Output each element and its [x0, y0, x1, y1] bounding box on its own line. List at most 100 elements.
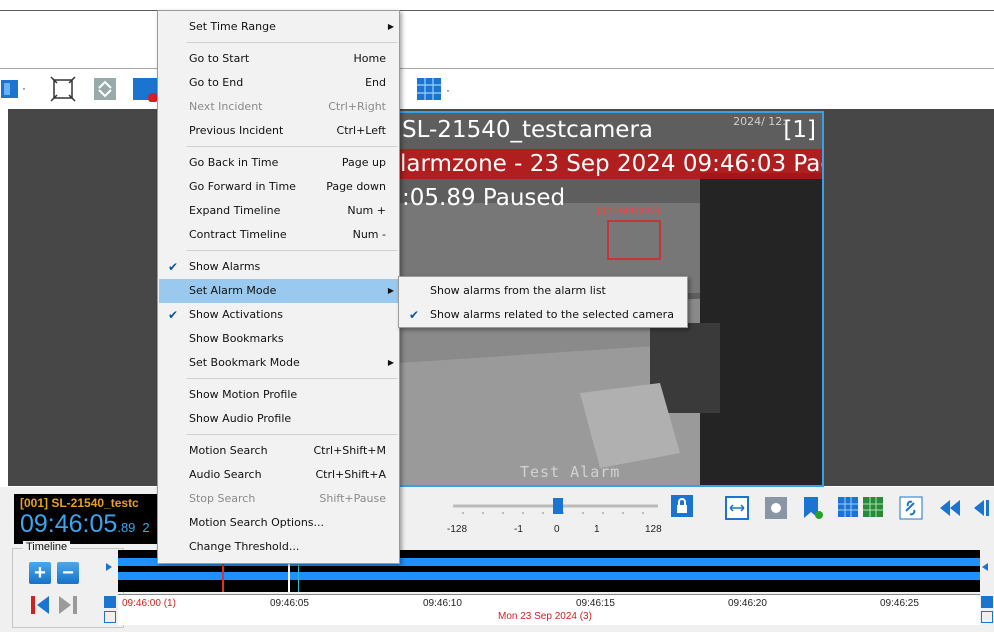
menu-item-show-motion-profile[interactable]: Show Motion Profile: [159, 383, 398, 407]
timeline-scale: 09:46:00 (1) 09:46:05 09:46:10 09:46:15 …: [118, 594, 980, 625]
menu-item-show-activations[interactable]: ✔ Show Activations: [159, 303, 398, 327]
camera-date-overlay: 2024/ 12:: [733, 115, 786, 128]
grid-layout-button[interactable]: ·: [416, 76, 456, 102]
fit-button[interactable]: [50, 76, 76, 102]
submenu-arrow-icon: ▶: [387, 286, 394, 295]
menu-separator: [187, 146, 397, 147]
grid-close-button[interactable]: [132, 76, 158, 102]
grid-icon: [838, 497, 883, 517]
step-back-icon: [974, 500, 989, 516]
speed-tick: -128: [447, 524, 468, 535]
timeline-group-label: Timeline: [23, 541, 71, 553]
menu-item-stop-search: Stop Search Shift+Pause: [189, 492, 386, 505]
lock-button[interactable]: [670, 494, 694, 521]
grid-close-icon: [133, 78, 158, 102]
menu-separator: [187, 378, 397, 379]
menu-item-go-back-in-time[interactable]: Go Back in Time Page up: [159, 151, 398, 175]
speed-tick: 0: [554, 524, 560, 535]
menu-item-show-audio-profile[interactable]: Show Audio Profile: [159, 407, 398, 431]
timeline-right-arrow[interactable]: [982, 563, 988, 571]
time-main: 09:46:05: [20, 510, 118, 538]
menu-item-next-incident: Next Incident Ctrl+Right: [189, 100, 386, 113]
camera-name: [001] SL-21540_testc: [20, 496, 139, 510]
alarm-banner: larmzone - 23 Sep 2024 09:46:03 Pac: [400, 149, 824, 179]
add-bookmark-button[interactable]: [800, 496, 824, 523]
snapshot-button[interactable]: [764, 496, 788, 523]
fit-width-icon: [725, 496, 749, 520]
zoom-in-button[interactable]: +: [29, 562, 51, 584]
camera-title: SL-21540_testcamera: [402, 117, 653, 143]
top-strip: [0, 0, 994, 11]
playback-time-status: :05.89 Paused: [402, 185, 566, 211]
menu-item-motion-search-options[interactable]: Motion Search Options...: [159, 511, 398, 535]
prev-alarm-icon: [31, 596, 49, 614]
menu-item-set-bookmark-mode[interactable]: Set Bookmark Mode ▶: [159, 351, 398, 375]
detection-box-label: [1111491027]: [596, 207, 662, 217]
timeline-date-label: Mon 23 Sep 2024 (3): [498, 611, 592, 622]
link-button[interactable]: [899, 496, 923, 523]
fit-width-button[interactable]: [725, 496, 749, 523]
scale-label: 09:46:05: [270, 598, 309, 609]
scroll-left-button[interactable]: [104, 611, 116, 623]
menu-item-set-time-range[interactable]: Set Time Range ▶: [159, 15, 398, 39]
snapshot-icon: [765, 497, 787, 519]
scale-label: 09:46:25: [880, 598, 919, 609]
scale-label: 09:46:10: [423, 598, 462, 609]
video-watermark: Test Alarm: [520, 463, 621, 481]
menu-item-previous-incident[interactable]: Previous Incident Ctrl+Left: [159, 119, 398, 143]
camera-time-display: [001] SL-21540_testc 09:46:05.89 2: [14, 494, 164, 544]
speed-tick: 128: [645, 524, 662, 535]
speed-tick: 1: [594, 524, 600, 535]
menu-item-go-to-start[interactable]: Go to Start Home: [159, 47, 398, 71]
current-time: 09:46:05.89 2: [20, 510, 150, 539]
bookmark-add-icon: [804, 497, 823, 519]
swap-icon: [94, 78, 116, 100]
swap-button[interactable]: [92, 76, 118, 102]
timeline-left-arrow[interactable]: [106, 563, 112, 571]
minus-icon: −: [62, 562, 74, 584]
checkmark-icon: ✔: [409, 308, 420, 322]
speed-slider-track: [453, 498, 658, 514]
menu-item-show-alarms[interactable]: ✔ Show Alarms: [159, 255, 398, 279]
submenu-item-selected-camera[interactable]: ✔ Show alarms related to the selected cam…: [400, 303, 686, 327]
camera-number: [1]: [783, 117, 816, 143]
menu-item-motion-search[interactable]: Motion Search Ctrl+Shift+M: [159, 439, 398, 463]
menu-separator: [187, 42, 397, 43]
next-alarm-button[interactable]: [57, 594, 79, 616]
submenu-arrow-icon: ▶: [387, 22, 394, 31]
timeline-motion-band: [118, 572, 980, 580]
menu-item-set-alarm-mode[interactable]: Set Alarm Mode ▶: [159, 279, 398, 303]
timeline-context-menu: Set Time Range ▶ Go to Start Home Go to En…: [157, 10, 400, 564]
menu-item-change-threshold[interactable]: Change Threshold...: [159, 535, 398, 559]
zoom-out-button[interactable]: −: [57, 562, 79, 584]
plus-icon: +: [34, 562, 46, 584]
grid-layout-icon: ·: [417, 78, 450, 100]
layout-icon: ·: [1, 80, 26, 98]
menu-item-expand-timeline[interactable]: Expand Timeline Num +: [159, 199, 398, 223]
next-alarm-icon: [59, 596, 77, 614]
scale-label: 09:46:00 (1): [122, 598, 176, 609]
time-fraction: .89: [117, 520, 136, 535]
checkmark-icon: ✔: [168, 308, 179, 322]
submenu-item-alarm-list[interactable]: Show alarms from the alarm list: [400, 279, 686, 303]
menu-item-audio-search[interactable]: Audio Search Ctrl+Shift+A: [159, 463, 398, 487]
menu-item-go-to-end[interactable]: Go to End End: [159, 71, 398, 95]
svg-text:·: ·: [22, 81, 26, 95]
fit-icon: [50, 76, 76, 102]
scroll-to-start-button[interactable]: [104, 596, 116, 608]
menu-item-contract-timeline[interactable]: Contract Timeline Num -: [159, 223, 398, 247]
alarm-mode-submenu: Show alarms from the alarm list ✔ Show al…: [398, 276, 688, 328]
grid-view-button[interactable]: [837, 496, 885, 523]
scroll-right-button[interactable]: [981, 611, 993, 623]
menu-separator: [187, 250, 397, 251]
rewind-button[interactable]: [938, 496, 962, 523]
rewind-icon: [940, 500, 960, 516]
menu-item-show-bookmarks[interactable]: Show Bookmarks: [159, 327, 398, 351]
prev-alarm-button[interactable]: [29, 594, 51, 616]
submenu-arrow-icon: ▶: [387, 358, 394, 367]
step-back-button[interactable]: [968, 496, 992, 523]
lock-icon: [671, 495, 693, 517]
layout-button[interactable]: ·: [0, 76, 34, 102]
scroll-to-end-button[interactable]: [981, 596, 993, 608]
menu-item-go-forward-in-time[interactable]: Go Forward in Time Page down: [159, 175, 398, 199]
